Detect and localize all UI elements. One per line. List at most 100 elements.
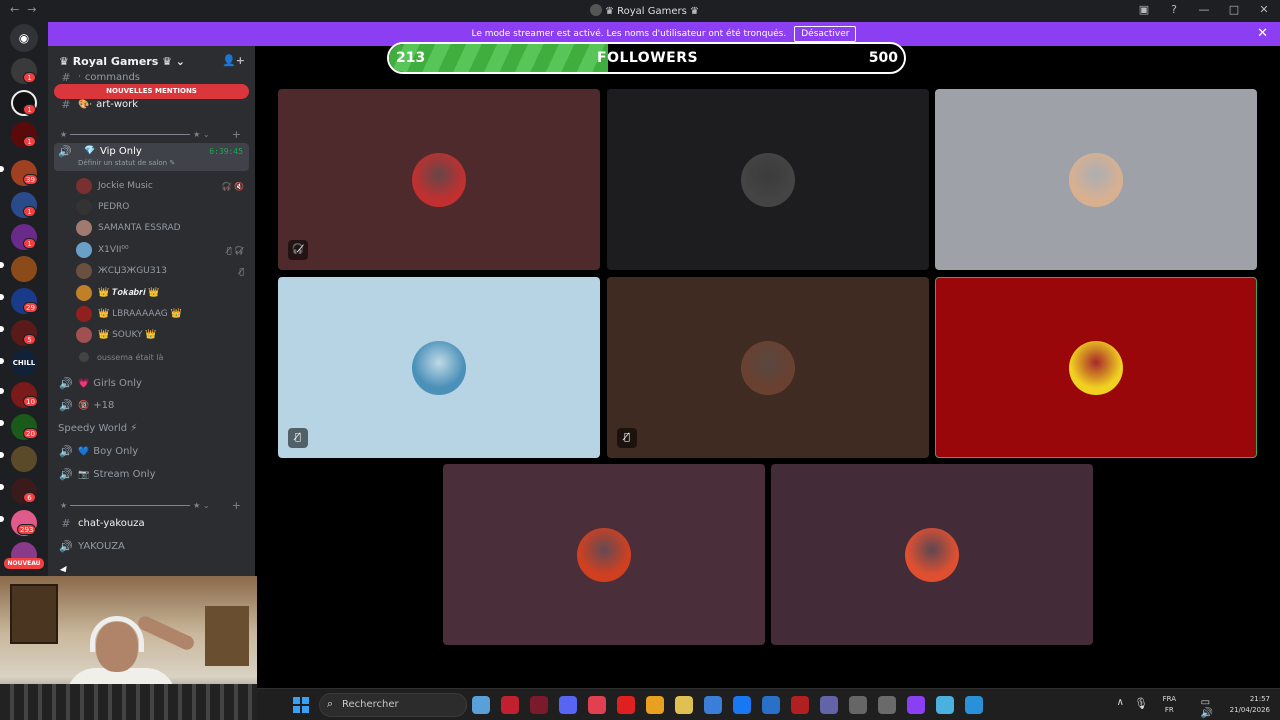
voice-channel-icon: 🔊 bbox=[59, 399, 73, 412]
voice-user[interactable]: X1VII⁰⁰ 🎙̸ 🎧̸ bbox=[76, 241, 246, 259]
taskbar-app-icon[interactable] bbox=[820, 696, 838, 714]
voice-user[interactable]: 👑 SOUKY 👑 bbox=[76, 326, 246, 344]
taskbar-app-icon[interactable] bbox=[704, 696, 722, 714]
channel-speedy-world[interactable]: 🔊 Speedy World ⚡ bbox=[48, 418, 229, 439]
channel-stream-only[interactable]: 🔊 📷 Stream Only bbox=[54, 464, 249, 485]
back-arrow-icon[interactable]: ← bbox=[10, 3, 27, 16]
window-controls: ▣ ? — □ ✕ bbox=[1136, 3, 1272, 16]
deafened-icon: 🎧̸ 🔇 bbox=[221, 181, 244, 191]
server-badge: 293 bbox=[17, 524, 37, 535]
app-icon bbox=[590, 4, 602, 16]
taskbar-app-icon[interactable] bbox=[849, 696, 867, 714]
taskbar-app-icon[interactable] bbox=[791, 696, 809, 714]
taskbar-app-icon[interactable] bbox=[675, 696, 693, 714]
video-tile[interactable]: 🎧̸ bbox=[278, 89, 600, 270]
taskbar-app-icon[interactable] bbox=[559, 696, 577, 714]
participant-avatar bbox=[741, 152, 795, 207]
user-name: ЖCЏЗЖGUЗ13 bbox=[98, 266, 167, 276]
maximize-icon[interactable]: □ bbox=[1226, 3, 1242, 16]
voice-elapsed-time: 6:39:45 bbox=[209, 147, 243, 156]
video-tile[interactable]: 🎙̸ bbox=[278, 277, 600, 458]
video-tile[interactable]: 🎙̸ bbox=[607, 277, 929, 458]
taskbar-app-icon[interactable] bbox=[907, 696, 925, 714]
windows-start-icon[interactable] bbox=[293, 697, 309, 713]
voice-user[interactable]: 👑 LBRAAAAAG 👑 bbox=[76, 305, 246, 323]
taskbar-app-icon[interactable] bbox=[646, 696, 664, 714]
close-window-icon[interactable]: ✕ bbox=[1256, 3, 1272, 16]
channel-name: +18 bbox=[93, 400, 115, 411]
channel-boy-only[interactable]: 🔊 💙 Boy Only bbox=[54, 441, 249, 462]
banner-close-icon[interactable]: ✕ bbox=[1257, 26, 1268, 41]
title-bar: ←→ ♛ Royal Gamers ♛ ▣ ? — □ ✕ bbox=[0, 0, 1280, 22]
video-tile[interactable] bbox=[607, 89, 929, 270]
server-badge: 1 bbox=[23, 136, 36, 147]
video-tile[interactable] bbox=[443, 464, 765, 645]
server-icon[interactable] bbox=[11, 446, 37, 472]
chevron-up-icon[interactable]: ∧ bbox=[1117, 697, 1124, 708]
webcam-overlay bbox=[0, 576, 257, 720]
channel-girls-only[interactable]: 🔊 💗 Girls Only bbox=[54, 373, 249, 394]
user-name: 👑 SOUKY 👑 bbox=[98, 330, 157, 340]
taskbar-app-icon[interactable] bbox=[530, 696, 548, 714]
microphone-icon[interactable]: 🎙 bbox=[1134, 697, 1148, 710]
taskbar-app-icon[interactable] bbox=[762, 696, 780, 714]
taskbar-search[interactable]: ⌕ Rechercher bbox=[319, 693, 467, 717]
avatar bbox=[76, 285, 92, 301]
taskbar-app-icon[interactable] bbox=[501, 696, 519, 714]
new-server-badge: NOUVEAU bbox=[4, 558, 44, 569]
voice-user[interactable]: 👑 𝑻𝒐𝒌𝒂𝒃𝒓𝒊 👑 bbox=[76, 284, 246, 302]
server-name: ♛ Royal Gamers ♛ ⌄ bbox=[59, 55, 185, 68]
voice-user[interactable]: PEDRO bbox=[76, 198, 246, 216]
clock[interactable]: 21:57 21/04/2026 bbox=[1230, 694, 1270, 716]
gem-icon: 💎 bbox=[84, 146, 96, 156]
help-icon[interactable]: ? bbox=[1166, 3, 1182, 16]
user-name: PEDRO bbox=[98, 202, 130, 212]
channel-vip-only[interactable]: 🔊 💎 Vip Only 6:39:45 Définir un statut d… bbox=[54, 143, 249, 171]
follower-current: 213 bbox=[396, 50, 426, 66]
participant-avatar bbox=[577, 527, 631, 582]
channel-yakouza[interactable]: 🔊 YAKOUZA bbox=[54, 536, 249, 557]
taskbar-app-icon[interactable] bbox=[472, 696, 490, 714]
taskbar-app-icon[interactable] bbox=[733, 696, 751, 714]
video-tile-speaking[interactable] bbox=[935, 277, 1257, 458]
channel-chat-yakouza[interactable]: # chat-yakouza bbox=[54, 513, 249, 534]
taskbar-app-icon[interactable] bbox=[588, 696, 606, 714]
camera-icon: 📷 bbox=[78, 469, 90, 480]
video-tile[interactable] bbox=[935, 89, 1257, 270]
discord-home-icon[interactable]: ◉ bbox=[10, 24, 38, 52]
blue-heart-icon: 💙 bbox=[78, 446, 90, 457]
video-tile[interactable] bbox=[771, 464, 1093, 645]
channel-art-work[interactable]: # 🎨· art-work bbox=[54, 94, 249, 115]
minimize-icon[interactable]: — bbox=[1196, 3, 1212, 16]
voice-user[interactable]: ЖCЏЗЖGUЗ13 🎙̸ bbox=[76, 262, 246, 280]
disable-streamer-button[interactable]: Désactiver bbox=[794, 26, 857, 42]
forward-arrow-icon[interactable]: → bbox=[27, 3, 44, 16]
network-volume-icon[interactable]: ▭ 🔊 bbox=[1201, 697, 1216, 719]
unread-pill bbox=[0, 484, 4, 490]
channel-plus-18[interactable]: 🔊 🔞 +18 bbox=[54, 395, 249, 416]
channel-status-prompt[interactable]: Définir un statut de salon ✎ bbox=[78, 159, 175, 167]
taskbar-app-icon[interactable] bbox=[936, 696, 954, 714]
voice-user[interactable]: SAMANTA ESSRAD bbox=[76, 219, 246, 237]
unread-pill bbox=[0, 358, 4, 364]
add-channel-icon[interactable]: + bbox=[232, 128, 241, 141]
category-header[interactable]: ★ ★ ⌄ + bbox=[60, 128, 245, 141]
channel-commands[interactable]: # · commands bbox=[54, 70, 249, 84]
server-chill-icon[interactable]: CHILL bbox=[11, 350, 37, 376]
taskbar-app-icon[interactable] bbox=[878, 696, 896, 714]
taskbar-app-icon[interactable] bbox=[617, 696, 635, 714]
add-channel-icon[interactable]: + bbox=[232, 499, 241, 512]
windows-taskbar: ⌕ Rechercher ∧ 🎙 FRA FR ▭ 🔊 21:57 21/04/20… bbox=[257, 688, 1280, 720]
voice-user[interactable]: Jockie Music 🎧̸ 🔇 bbox=[76, 177, 246, 195]
server-rail: ◉ 1 1 1 39 1 1 29 5 CHILL 10 20 6 293 NO… bbox=[0, 22, 48, 598]
avatar bbox=[76, 199, 92, 215]
unread-pill bbox=[0, 388, 4, 394]
language-indicator[interactable]: FRA FR bbox=[1163, 694, 1176, 716]
invite-people-icon[interactable]: 👤+ bbox=[222, 54, 245, 67]
category-header[interactable]: ★ ★ ⌄ + bbox=[60, 499, 245, 512]
deafened-icon: 🎧̸ bbox=[288, 240, 308, 260]
taskbar-app-icon[interactable] bbox=[965, 696, 983, 714]
participant-avatar bbox=[905, 527, 959, 582]
server-icon[interactable] bbox=[11, 256, 37, 282]
inbox-icon[interactable]: ▣ bbox=[1136, 3, 1152, 16]
